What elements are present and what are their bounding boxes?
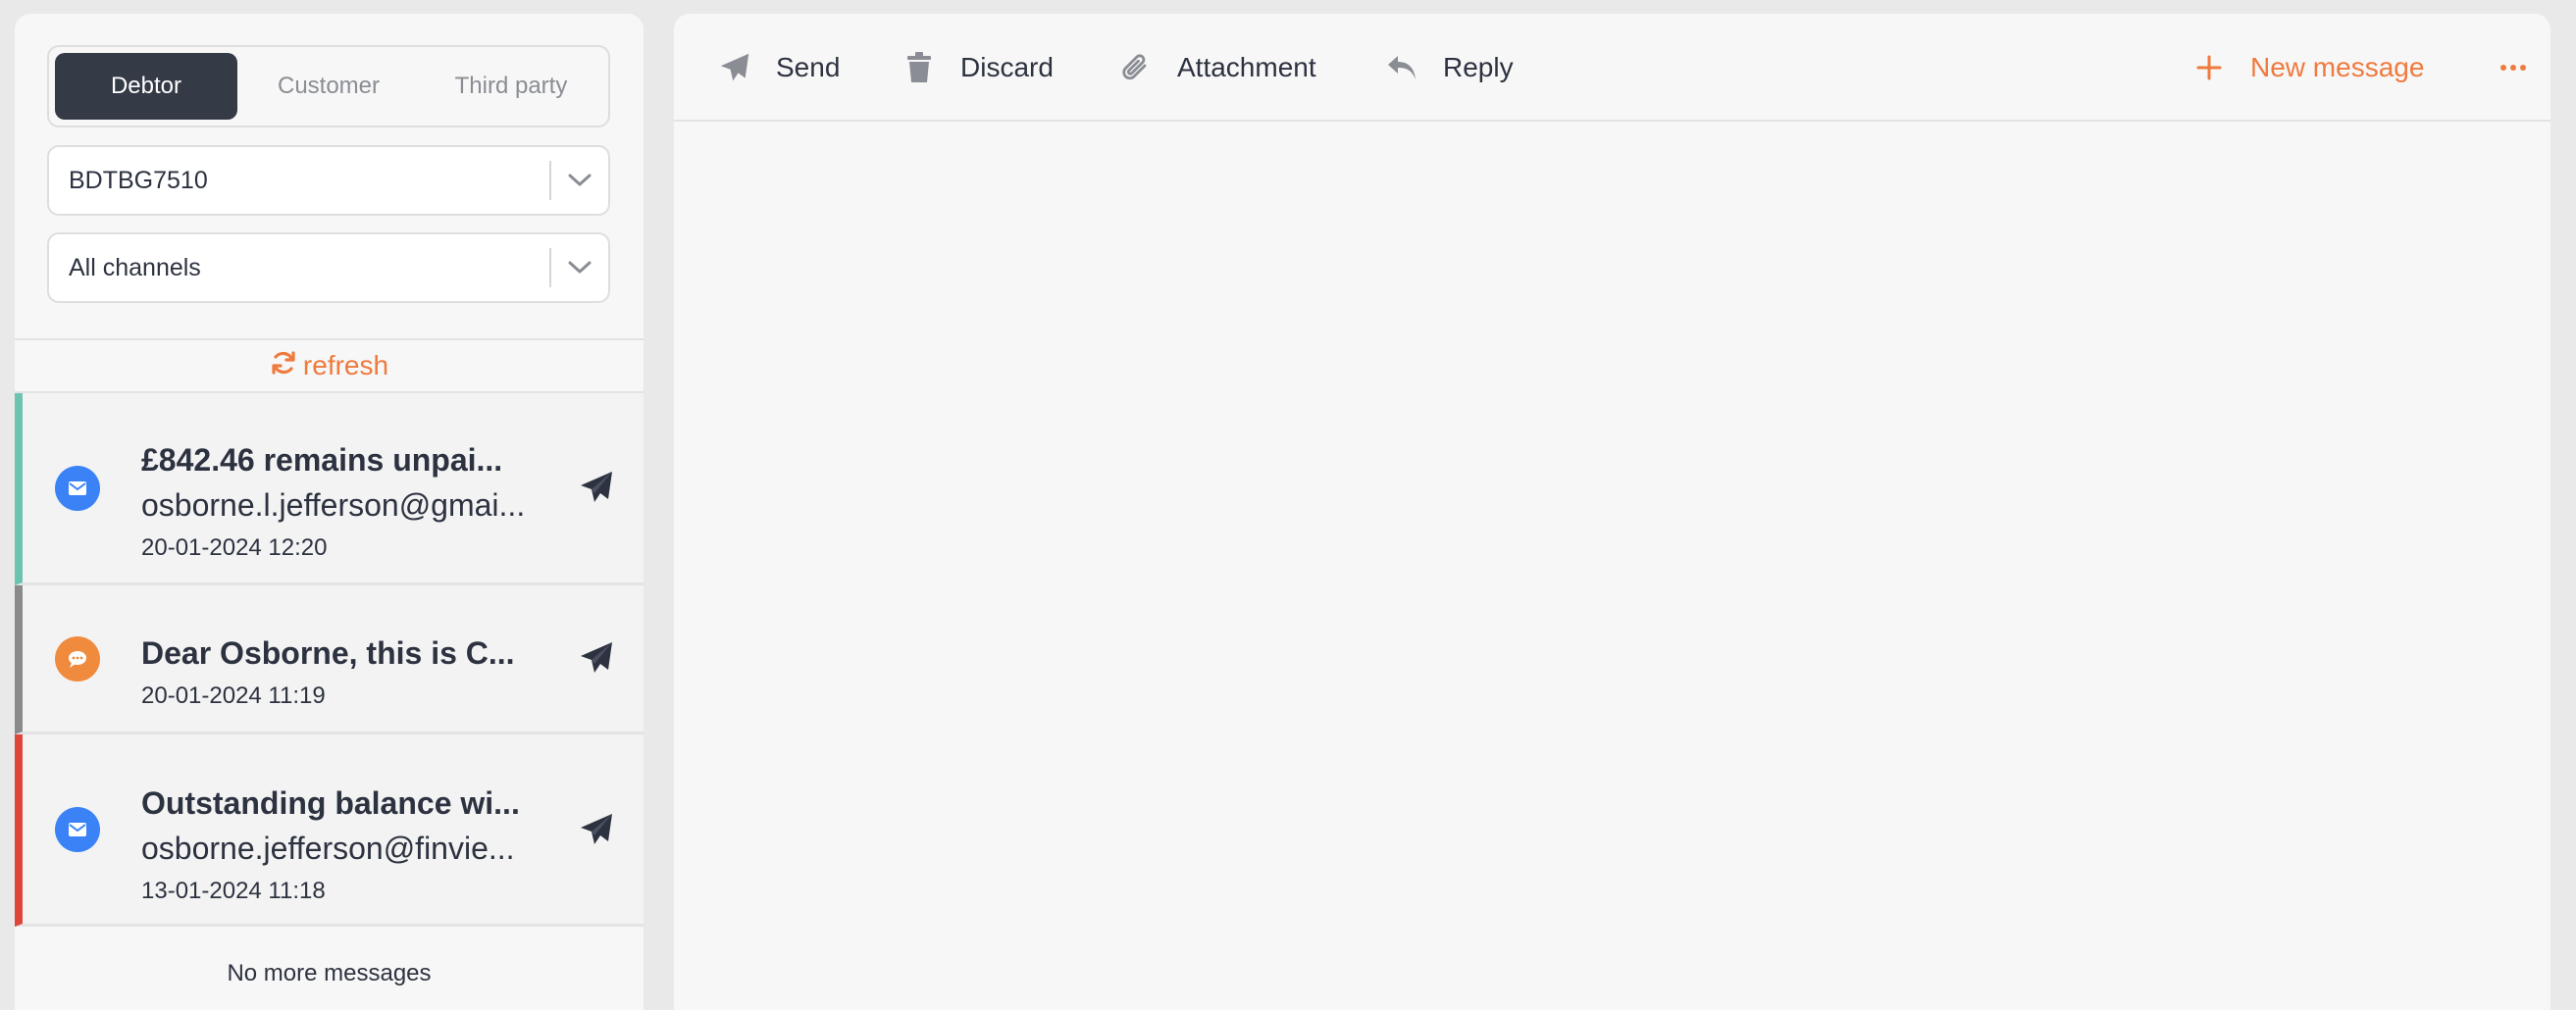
new-message-label: New message [2250,52,2425,82]
sent-icon [577,638,616,678]
discard-button[interactable]: Discard [900,14,1054,122]
channel-select-value: All channels [69,253,201,281]
chevron-down-icon[interactable] [551,261,608,275]
tab-customer[interactable]: Customer [237,53,420,120]
message-compose-pane: Send Discard Attachment Reply New messag… [674,14,2550,1010]
message-title: Dear Osborne, this is C... [141,635,515,671]
reference-select-value: BDTBG7510 [69,166,208,194]
refresh-button[interactable]: refresh [15,338,644,393]
message-date: 20-01-2024 12:20 [141,534,328,561]
trash-icon [900,52,939,83]
refresh-icon [270,349,303,383]
message-title: Outstanding balance wi... [141,785,520,821]
email-icon [55,807,100,852]
refresh-label: refresh [302,350,389,380]
list-item[interactable]: Outstanding balance wi... osborne.jeffer… [15,734,644,927]
list-item[interactable]: Dear Osborne, this is C... 20-01-2024 11… [15,585,644,734]
list-item[interactable]: £842.46 remains unpai... osborne.l.jeffe… [15,393,644,585]
tab-debtor[interactable]: Debtor [55,53,237,120]
toolbar: Send Discard Attachment Reply New messag… [674,14,2550,122]
chevron-down-icon[interactable] [551,174,608,187]
message-address: osborne.jefferson@finvie... [141,831,515,866]
party-tabs: Debtor Customer Third party [47,45,610,127]
more-options-icon[interactable] [2499,14,2527,122]
attachment-button[interactable]: Attachment [1116,14,1316,122]
reference-select[interactable]: BDTBG7510 [47,145,610,216]
message-date: 20-01-2024 11:19 [141,682,326,709]
message-sidebar: Debtor Customer Third party BDTBG7510 Al… [15,14,644,1010]
sent-icon [577,468,616,507]
discard-label: Discard [960,52,1054,82]
send-label: Send [776,52,841,82]
end-of-list-text: No more messages [227,960,432,986]
tab-third-party[interactable]: Third party [420,53,602,120]
attachment-label: Attachment [1177,52,1316,82]
paperclip-icon [1116,52,1156,83]
channel-select[interactable]: All channels [47,232,610,303]
plus-icon [2190,55,2229,80]
message-address: osborne.l.jefferson@gmai... [141,487,526,523]
reply-icon [1382,54,1421,81]
new-message-button[interactable]: New message [2190,14,2424,122]
send-button[interactable]: Send [715,14,840,122]
email-icon [55,466,100,511]
sms-icon [55,636,100,682]
reply-label: Reply [1443,52,1514,82]
sent-icon [577,810,616,849]
send-icon [715,52,754,83]
message-date: 13-01-2024 11:18 [141,878,326,904]
reply-button[interactable]: Reply [1382,14,1514,122]
message-title: £842.46 remains unpai... [141,442,503,478]
